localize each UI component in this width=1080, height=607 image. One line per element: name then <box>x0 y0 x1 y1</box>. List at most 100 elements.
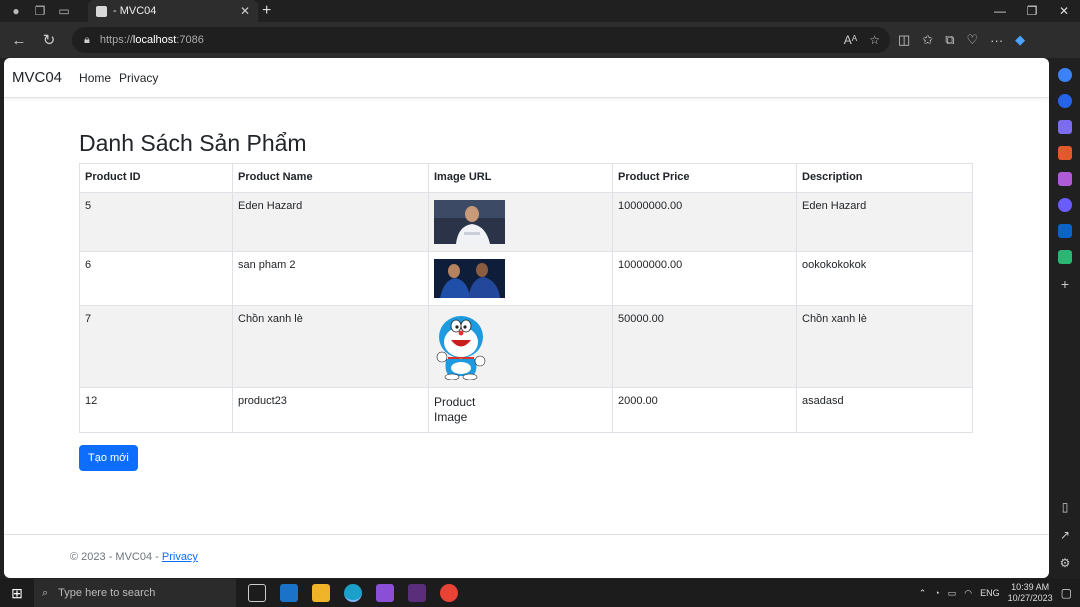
taskbar-search[interactable]: ⌕ Type here to search <box>34 579 236 607</box>
task-view-icon[interactable] <box>248 584 266 602</box>
external-link-icon[interactable]: ↗ <box>1060 528 1070 542</box>
more-menu-icon[interactable]: ··· <box>990 33 1003 48</box>
profile-icon[interactable]: ● <box>8 3 24 19</box>
product-image-doraemon <box>436 316 486 380</box>
close-tab-icon[interactable]: ✕ <box>240 4 250 18</box>
url-scheme: https:// <box>99 34 133 46</box>
table-row: 5 Eden Hazard 10000000.00 Eden Hazard <box>79 192 973 252</box>
tab-actions-icon[interactable]: ▭ <box>56 3 72 19</box>
window-controls: — ❐ ✕ <box>984 0 1080 22</box>
site-footer: © 2023 - MVC04 - Privacy <box>4 534 1049 578</box>
battery-icon[interactable]: ▭ <box>948 588 957 599</box>
minimize-icon[interactable]: — <box>984 0 1016 22</box>
hide-sidebar-icon[interactable]: ▯ <box>1062 500 1069 514</box>
product-photo-players <box>434 259 505 298</box>
new-tab-icon[interactable]: + <box>262 2 271 20</box>
nav-privacy-link[interactable]: Privacy <box>119 71 158 85</box>
edge-icon[interactable] <box>344 584 362 602</box>
copilot-icon[interactable]: ◆ <box>1015 32 1025 48</box>
footer-privacy-link[interactable]: Privacy <box>162 551 198 563</box>
create-new-button[interactable]: Tạo mới <box>79 445 138 471</box>
edge-sidebar: + ▯ ↗ ⚙ <box>1050 58 1080 578</box>
site-brand[interactable]: MVC04 <box>12 69 62 86</box>
back-icon[interactable]: ← <box>4 32 34 49</box>
tools-icon[interactable] <box>1058 146 1072 160</box>
clock-time: 10:39 AM <box>1011 582 1050 592</box>
site-navbar: MVC04 Home Privacy <box>4 58 1049 98</box>
microsoft365-icon[interactable] <box>1058 198 1072 212</box>
browser-tab[interactable]: - MVC04 ✕ <box>88 0 258 22</box>
split-screen-icon[interactable]: ◫ <box>898 32 910 48</box>
file-explorer-icon[interactable] <box>312 584 330 602</box>
url-host: localhost <box>132 34 177 46</box>
visual-studio-icon[interactable] <box>376 584 394 602</box>
windows-taskbar: ⊞ ⌕ Type here to search ⌃ ◔ ▭ ◠ ENG 10:3… <box>0 579 1080 607</box>
shopping-icon[interactable] <box>1058 120 1072 134</box>
outlook-icon[interactable] <box>1058 224 1072 238</box>
products-table: Product ID Product Name Image URL Produc… <box>79 163 973 433</box>
terminal-icon[interactable] <box>408 584 426 602</box>
mail-icon[interactable] <box>280 584 298 602</box>
cell-price: 10000000.00 <box>612 192 797 252</box>
cell-price: 2000.00 <box>612 387 797 433</box>
column-header: Product Price <box>612 163 797 193</box>
cell-description: Eden Hazard <box>796 192 973 252</box>
web-page: MVC04 Home Privacy Danh Sách Sản Phẩm Pr… <box>4 58 1049 578</box>
settings-gear-icon[interactable]: ⚙ <box>1060 556 1071 570</box>
cell-description: ookokokokok <box>796 251 973 306</box>
column-header: Image URL <box>428 163 613 193</box>
table-row: 12 product23 Product Image 2000.00 asada… <box>79 387 973 433</box>
cell-name: san pham 2 <box>232 251 429 306</box>
collections-icon[interactable]: ⧉ <box>945 32 954 48</box>
refresh-icon[interactable]: ↻ <box>34 31 64 49</box>
cell-image <box>428 192 613 252</box>
cell-image <box>428 251 613 306</box>
search-icon[interactable] <box>1058 94 1072 108</box>
close-window-icon[interactable]: ✕ <box>1048 0 1080 22</box>
taskbar-clock[interactable]: 10:39 AM 10/27/2023 <box>1008 582 1053 604</box>
nav-home-link[interactable]: Home <box>79 71 111 85</box>
favorite-star-icon[interactable]: ☆ <box>869 33 880 47</box>
cell-description: asadasd <box>796 387 973 433</box>
cell-image: Product Image <box>428 387 613 433</box>
lock-icon: 🔒︎ <box>84 33 90 46</box>
browser-toolbar: ← ↻ 🔒︎ https:// localhost :7086 Aᴬ ☆ ◫ ✩… <box>0 22 1080 58</box>
wifi-icon[interactable]: ◠ <box>964 588 972 599</box>
restore-icon[interactable]: ❐ <box>1016 0 1048 22</box>
chrome-icon[interactable] <box>440 584 458 602</box>
tab-title: - MVC04 <box>113 5 157 17</box>
main-content: Danh Sách Sản Phẩm Product ID Product Na… <box>79 130 973 471</box>
column-header: Description <box>796 163 973 193</box>
cell-price: 10000000.00 <box>612 251 797 306</box>
url-port: :7086 <box>176 34 204 46</box>
cell-id: 6 <box>79 251 233 306</box>
language-indicator[interactable]: ENG <box>980 588 1000 598</box>
network-icon[interactable]: ◔ <box>934 588 939 598</box>
workspaces-icon[interactable]: ❐ <box>32 3 48 19</box>
page-favicon-icon <box>96 5 107 17</box>
browser-essentials-icon[interactable]: ♡ <box>967 32 979 48</box>
show-hidden-icon[interactable]: ⌃ <box>919 588 927 599</box>
image-alt-text: Product Image <box>434 395 476 424</box>
drop-icon[interactable] <box>1058 250 1072 264</box>
windows-start-icon[interactable]: ⊞ <box>0 585 34 602</box>
column-header: Product ID <box>79 163 233 193</box>
product-photo-hazard <box>434 200 505 244</box>
cell-description: Chồn xanh lè <box>796 305 973 388</box>
cell-id: 5 <box>79 192 233 252</box>
favorites-icon[interactable]: ✩ <box>922 32 933 48</box>
taskbar-apps <box>248 584 458 602</box>
games-icon[interactable] <box>1058 172 1072 186</box>
cell-id: 7 <box>79 305 233 388</box>
system-tray: ⌃ ◔ ▭ ◠ ENG 10:39 AM 10/27/2023 ▢ <box>919 579 1072 607</box>
address-bar[interactable]: 🔒︎ https:// localhost :7086 Aᴬ ☆ <box>72 27 890 53</box>
table-header-row: Product ID Product Name Image URL Produc… <box>79 163 973 193</box>
notifications-icon[interactable]: ▢ <box>1061 586 1072 600</box>
read-aloud-icon[interactable]: Aᴬ <box>844 33 857 47</box>
footer-copyright: © 2023 - MVC04 - <box>70 551 162 563</box>
cell-name: Eden Hazard <box>232 192 429 252</box>
notification-icon[interactable] <box>1058 68 1072 82</box>
table-row: 7 Chồn xanh lè 50000.00 Chồn xanh lè <box>79 305 973 388</box>
cell-name: Chồn xanh lè <box>232 305 429 388</box>
add-sidebar-icon[interactable]: + <box>1061 276 1069 292</box>
